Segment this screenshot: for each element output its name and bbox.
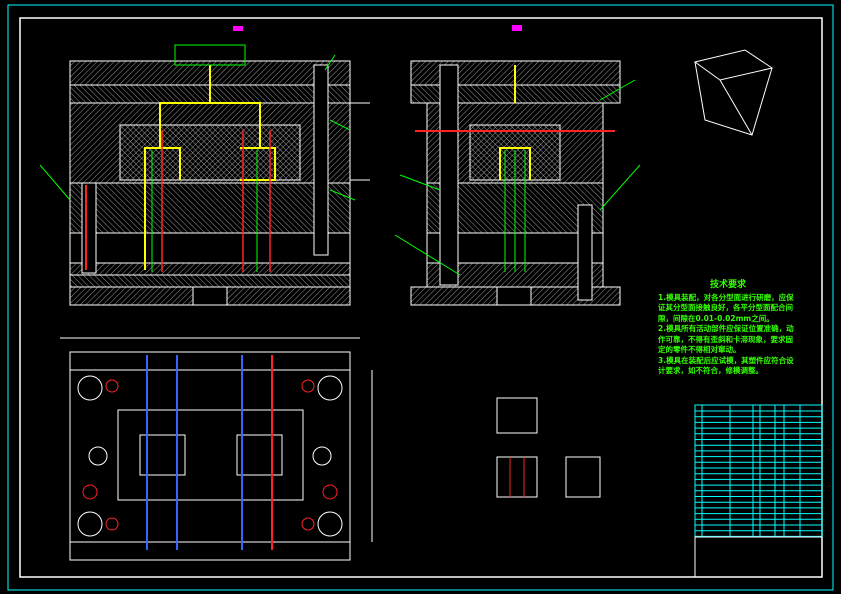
- tech-requirement-item: 1.模具装配，对各分型面进行研磨，应保证其分型面接触良好，各平分型面配合间隙，间…: [658, 292, 794, 323]
- top-plan-view: [60, 337, 373, 561]
- right-section-view: [394, 25, 641, 306]
- tech-requirement-item: 3.模具在装配后应试模，其塑件应符合设计要求，如不符合，修模调整。: [658, 355, 794, 376]
- isometric-part: [693, 49, 774, 136]
- title-block: [694, 404, 823, 578]
- part-detail-views: [496, 397, 601, 498]
- cad-drawing-sheet: 技术要求 1.模具装配，对各分型面进行研磨，应保证其分型面接触良好，各平分型面配…: [0, 0, 841, 594]
- tech-requirement-item: 2.模具所有活动部件应保证位置准确，动作可靠，不得有歪斜和卡滞现象，要求固定的零…: [658, 324, 794, 354]
- technical-requirements: 技术要求 1.模具装配，对各分型面进行研磨，应保证其分型面接触良好，各平分型面配…: [658, 280, 798, 377]
- tech-requirements-title: 技术要求: [709, 280, 746, 290]
- left-section-view: [39, 26, 370, 306]
